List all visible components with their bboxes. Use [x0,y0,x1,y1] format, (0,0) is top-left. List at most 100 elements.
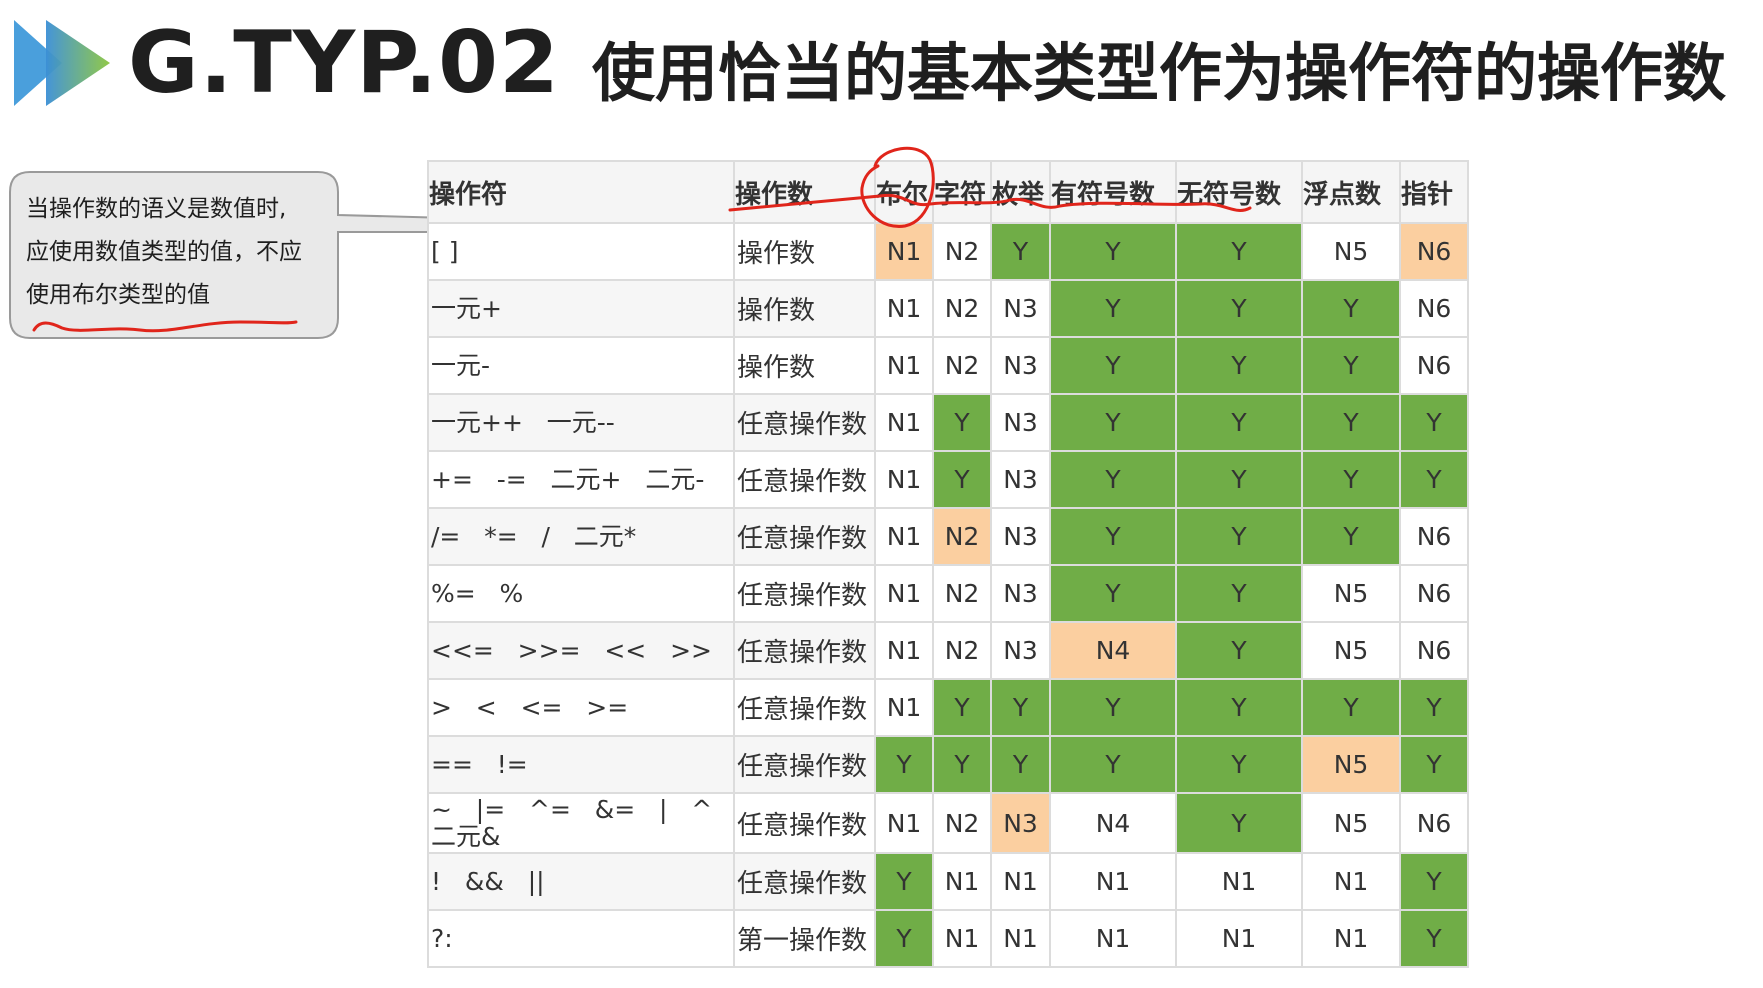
table-row: <<= >>= << >> 任意操作数 N1 N2 N3 N4 Y N5 N6 [427,621,1469,680]
type-cell-bool: N1 [874,621,934,680]
type-cell-signed: Y [1049,678,1177,737]
type-cell-char: N1 [932,909,992,968]
table-row: /= *= / 二元* 任意操作数 N1 N2 N3 Y Y Y N6 [427,507,1469,566]
operand-cell: 任意操作数 [733,393,876,452]
type-cell-signed: N4 [1049,621,1177,680]
operator-cell: %= % [427,564,735,623]
type-cell-bool: Y [874,735,934,794]
header-signed: 有符号数 [1049,160,1177,224]
operator-cell: /= *= / 二元* [427,507,735,566]
type-cell-char: Y [932,735,992,794]
type-cell-pointer: Y [1399,393,1469,452]
callout-text: 当操作数的语义是数值时, 应使用数值类型的值，不应 使用布尔类型的值 [26,188,336,317]
type-cell-float: N1 [1301,909,1401,968]
type-cell-char: N2 [932,279,992,338]
type-cell-enum: N3 [990,564,1051,623]
callout-line: 使用布尔类型的值 [26,282,210,308]
operator-cell: ~ |= ^= &= | ^ 二元& [427,792,735,854]
table-row: ?: 第一操作数 Y N1 N1 N1 N1 N1 Y [427,909,1469,968]
type-cell-signed: N4 [1049,792,1177,854]
callout-line: 当操作数的语义是数值时, [26,196,287,222]
type-cell-char: N2 [932,564,992,623]
header-enum: 枚举 [990,160,1051,224]
type-cell-pointer: N6 [1399,336,1469,395]
type-cell-signed: Y [1049,735,1177,794]
operand-cell: 任意操作数 [733,735,876,794]
operand-cell: 任意操作数 [733,450,876,509]
type-cell-float: N5 [1301,222,1401,281]
type-cell-enum: Y [990,735,1051,794]
type-cell-float: N1 [1301,852,1401,911]
header-operand: 操作数 [733,160,876,224]
operand-cell: 第一操作数 [733,909,876,968]
operand-cell: 操作数 [733,336,876,395]
type-cell-char: N2 [932,621,992,680]
type-cell-bool: N1 [874,222,934,281]
header-unsigned: 无符号数 [1175,160,1303,224]
type-cell-enum: N3 [990,336,1051,395]
logo-front-triangle [46,20,110,106]
type-cell-enum: N3 [990,393,1051,452]
type-cell-bool: N1 [874,678,934,737]
table-body: [ ] 操作数 N1 N2 Y Y Y N5 N6 一元+ 操作数 N1 N2 N3 Y Y Y N6 一元- 操作数… [427,222,1469,968]
type-cell-unsigned: N1 [1175,909,1303,968]
type-cell-enum: N3 [990,507,1051,566]
type-cell-pointer: N6 [1399,222,1469,281]
type-cell-char: Y [932,450,992,509]
type-cell-unsigned: Y [1175,336,1303,395]
type-cell-bool: N1 [874,393,934,452]
type-cell-pointer: N6 [1399,564,1469,623]
operand-cell: 任意操作数 [733,564,876,623]
type-cell-float: N5 [1301,621,1401,680]
operator-cell: ?: [427,909,735,968]
operand-cell: 任意操作数 [733,792,876,854]
type-cell-pointer: Y [1399,909,1469,968]
type-cell-char: N2 [932,507,992,566]
type-cell-enum: N1 [990,852,1051,911]
type-cell-float: Y [1301,678,1401,737]
type-cell-pointer: N6 [1399,792,1469,854]
table-row: 一元- 操作数 N1 N2 N3 Y Y Y N6 [427,336,1469,395]
type-cell-signed: Y [1049,279,1177,338]
rule-code: G.TYP.02 [128,13,560,113]
type-cell-bool: N1 [874,507,934,566]
type-cell-float: Y [1301,450,1401,509]
type-cell-pointer: Y [1399,852,1469,911]
type-cell-unsigned: Y [1175,507,1303,566]
operand-cell: 操作数 [733,222,876,281]
type-cell-unsigned: Y [1175,678,1303,737]
type-cell-signed: Y [1049,336,1177,395]
type-cell-float: N5 [1301,735,1401,794]
type-cell-unsigned: Y [1175,279,1303,338]
type-cell-pointer: Y [1399,735,1469,794]
type-cell-signed: Y [1049,564,1177,623]
type-cell-enum: N3 [990,792,1051,854]
type-cell-float: N5 [1301,792,1401,854]
operator-cell: == != [427,735,735,794]
type-cell-float: Y [1301,507,1401,566]
table-row: 一元++ 一元-- 任意操作数 N1 Y N3 Y Y Y Y [427,393,1469,452]
type-cell-unsigned: Y [1175,222,1303,281]
operand-cell: 任意操作数 [733,852,876,911]
operand-cell: 任意操作数 [733,678,876,737]
type-cell-char: N2 [932,222,992,281]
type-cell-pointer: N6 [1399,279,1469,338]
operand-cell: 任意操作数 [733,507,876,566]
type-cell-unsigned: Y [1175,735,1303,794]
type-cell-pointer: N6 [1399,507,1469,566]
header-pointer: 指针 [1399,160,1469,224]
operator-cell: [ ] [427,222,735,281]
operator-cell: 一元+ [427,279,735,338]
table-row: > < <= >= 任意操作数 N1 Y Y Y Y Y Y [427,678,1469,737]
type-cell-unsigned: Y [1175,621,1303,680]
type-cell-float: Y [1301,279,1401,338]
table-row: += -= 二元+ 二元- 任意操作数 N1 Y N3 Y Y Y Y [427,450,1469,509]
type-cell-enum: N3 [990,621,1051,680]
type-cell-signed: Y [1049,393,1177,452]
header-float: 浮点数 [1301,160,1401,224]
type-cell-enum: N1 [990,909,1051,968]
type-cell-signed: N1 [1049,909,1177,968]
type-cell-char: Y [932,678,992,737]
operand-cell: 任意操作数 [733,621,876,680]
type-cell-bool: Y [874,909,934,968]
